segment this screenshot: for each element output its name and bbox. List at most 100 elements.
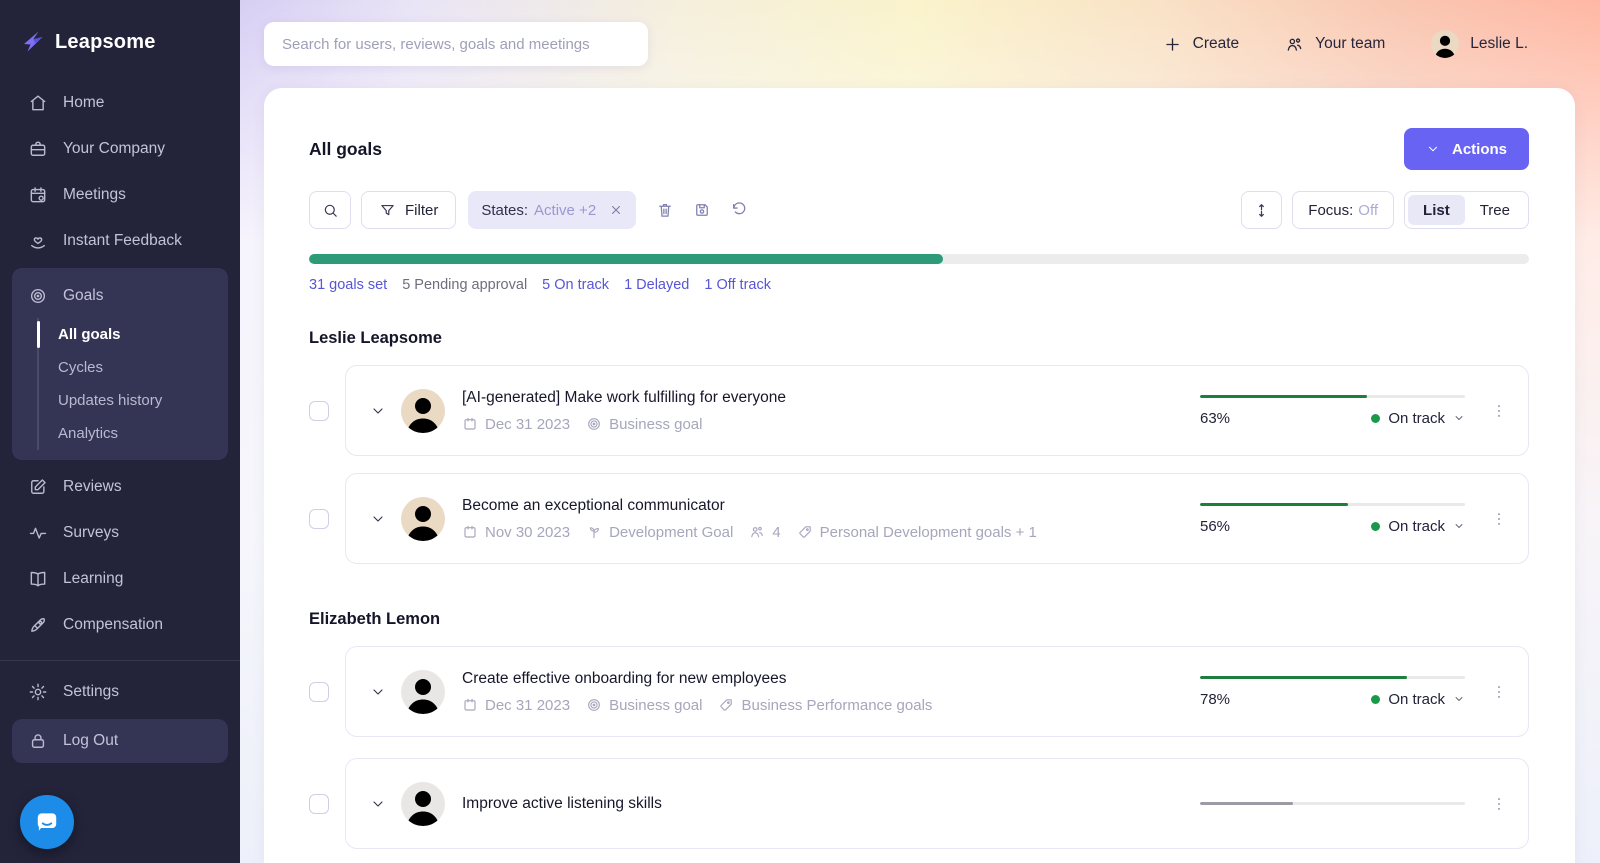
view-tree-tab[interactable]: Tree [1465,195,1525,225]
team-icon [749,524,765,540]
chat-widget-button[interactable] [20,795,74,849]
search-icon [322,202,339,219]
stat-delayed[interactable]: 1 Delayed [624,277,689,293]
app-logo[interactable]: Leapsome [0,0,240,80]
goal-title: Create effective onboarding for new empl… [462,670,1200,688]
goal-progress: 78% On track [1200,676,1465,708]
calendar-icon [28,185,48,205]
stat-on-track[interactable]: 5 On track [542,277,609,293]
global-search-input[interactable] [264,22,648,66]
sidebar-item-your-company[interactable]: Your Company [0,126,240,172]
sidebar-item-label: Home [63,94,104,112]
your-team-button[interactable]: Your team [1285,35,1385,54]
goal-checkbox[interactable] [309,401,329,421]
stat-off-track[interactable]: 1 Off track [704,277,771,293]
briefcase-icon [28,139,48,159]
status-dot [1371,695,1380,704]
sidebar-item-learning[interactable]: Learning [0,556,240,602]
sidebar-item-reviews[interactable]: Reviews [0,464,240,510]
save-filter-icon[interactable] [693,201,711,219]
goals-toolbar: Filter States: Active +2 Focus: Off [309,191,1529,229]
sidebar-item-log-out[interactable]: Log Out [12,719,228,763]
avatar [1431,30,1459,58]
goal-checkbox[interactable] [309,682,329,702]
view-list-tab[interactable]: List [1408,195,1465,225]
goals-stats-row: 31 goals set 5 Pending approval 5 On tra… [309,277,1529,293]
close-icon[interactable] [609,203,623,217]
states-filter-chip[interactable]: States: Active +2 [468,191,636,229]
user-name: Leslie L. [1470,35,1528,53]
search-goals-button[interactable] [309,191,351,229]
status-label: On track [1388,518,1445,535]
sidebar-subitem-analytics[interactable]: Analytics [58,417,228,450]
goal-due-date: Dec 31 2023 [462,416,570,433]
goal-progress: 63% On track [1200,395,1465,427]
book-icon [28,569,48,589]
sidebar-subitem-updates-history[interactable]: Updates history [58,384,228,417]
trash-icon[interactable] [656,201,674,219]
actions-button[interactable]: Actions [1404,128,1529,170]
sidebar-item-label: Your Company [63,140,165,158]
target-icon [28,286,48,306]
goal-row: Create effective onboarding for new empl… [309,646,1529,737]
tag-icon [718,697,734,713]
sidebar-item-label: Meetings [63,186,126,204]
sidebar-item-goals[interactable]: Goals [12,274,228,318]
chip-value: Active +2 [534,202,596,219]
stat-pending-approval: 5 Pending approval [402,277,527,293]
sort-button[interactable] [1241,191,1282,229]
status-dot [1371,522,1380,531]
goal-progress-pct: 78% [1200,691,1230,708]
goal-progress-fill [1200,802,1293,805]
calendar-icon [462,697,478,713]
kebab-menu-icon[interactable] [1490,683,1508,701]
goals-summary-progressbar [309,254,1529,264]
expand-chevron-icon[interactable] [370,796,386,812]
brand-name: Leapsome [55,31,156,54]
leapsome-bird-icon [22,30,46,54]
goal-progress-pct: 63% [1200,410,1230,427]
goal-card[interactable]: Create effective onboarding for new empl… [345,646,1529,737]
kebab-menu-icon[interactable] [1490,402,1508,420]
funnel-icon [379,202,396,219]
user-menu[interactable]: Leslie L. [1431,30,1528,58]
sidebar-item-compensation[interactable]: Compensation [0,602,240,648]
filter-button[interactable]: Filter [361,191,456,229]
goal-card[interactable]: Become an exceptional communicator Nov 3… [345,473,1529,564]
goal-progress-fill [1200,676,1407,679]
expand-chevron-icon[interactable] [370,684,386,700]
stat-goals-set[interactable]: 31 goals set [309,277,387,293]
filter-label: Filter [405,202,438,219]
goal-title: [AI-generated] Make work fulfilling for … [462,389,1200,407]
sidebar-item-label: Reviews [63,478,122,496]
goal-status-dropdown[interactable]: On track [1371,518,1465,535]
goal-card[interactable]: Improve active listening skills [345,758,1529,849]
avatar [401,389,445,433]
sidebar-item-meetings[interactable]: Meetings [0,172,240,218]
goal-status-dropdown[interactable]: On track [1371,691,1465,708]
focus-toggle-button[interactable]: Focus: Off [1292,191,1394,229]
sidebar-subitem-cycles[interactable]: Cycles [58,351,228,384]
goal-card[interactable]: [AI-generated] Make work fulfilling for … [345,365,1529,456]
reset-filters-icon[interactable] [730,201,748,219]
goal-tags: Business Performance goals [718,697,932,714]
plus-icon [1163,35,1182,54]
expand-chevron-icon[interactable] [370,403,386,419]
kebab-menu-icon[interactable] [1490,795,1508,813]
goal-contributors: 4 [749,524,780,541]
sidebar-divider [0,660,240,661]
goal-type: Business goal [586,416,702,433]
sidebar-item-instant-feedback[interactable]: Instant Feedback [0,218,240,264]
sidebar-item-settings[interactable]: Settings [0,669,240,715]
goal-checkbox[interactable] [309,509,329,529]
sidebar-item-home[interactable]: Home [0,80,240,126]
create-button[interactable]: Create [1163,35,1240,54]
sidebar-item-surveys[interactable]: Surveys [0,510,240,556]
expand-chevron-icon[interactable] [370,511,386,527]
goals-sub-list: All goals Cycles Updates history Analyti… [37,318,228,450]
goal-checkbox[interactable] [309,794,329,814]
sidebar-subitem-all-goals[interactable]: All goals [58,318,228,351]
goal-status-dropdown[interactable]: On track [1371,410,1465,427]
kebab-menu-icon[interactable] [1490,510,1508,528]
page-title: All goals [309,139,382,160]
